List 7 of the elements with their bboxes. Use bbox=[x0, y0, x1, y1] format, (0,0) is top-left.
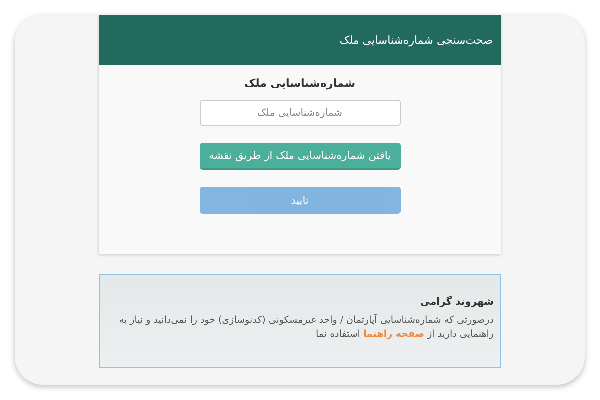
header-title: صحت‌سنجی شماره‌شناسایی ملک bbox=[340, 34, 493, 46]
notice-text: درصورتی که شماره‌شناسایی آپارتمان / واحد غیرمسکونی (کدنوسازی) خود را نمی‌دانید و نیاز به راهنمایی دارید از صفحه راهنما استفاده نما bbox=[118, 314, 494, 342]
form-heading: شماره‌شناسایی ملک bbox=[244, 77, 356, 90]
help-page-link[interactable]: صفحه راهنما bbox=[363, 329, 425, 340]
find-on-map-button[interactable]: یافتن شماره‌شناسایی ملک از طریق نقشه bbox=[200, 143, 400, 170]
id-input-field[interactable]: شماره‌شناسایی ملک bbox=[200, 100, 400, 126]
notice-title: شهروند گرامی bbox=[419, 297, 494, 308]
